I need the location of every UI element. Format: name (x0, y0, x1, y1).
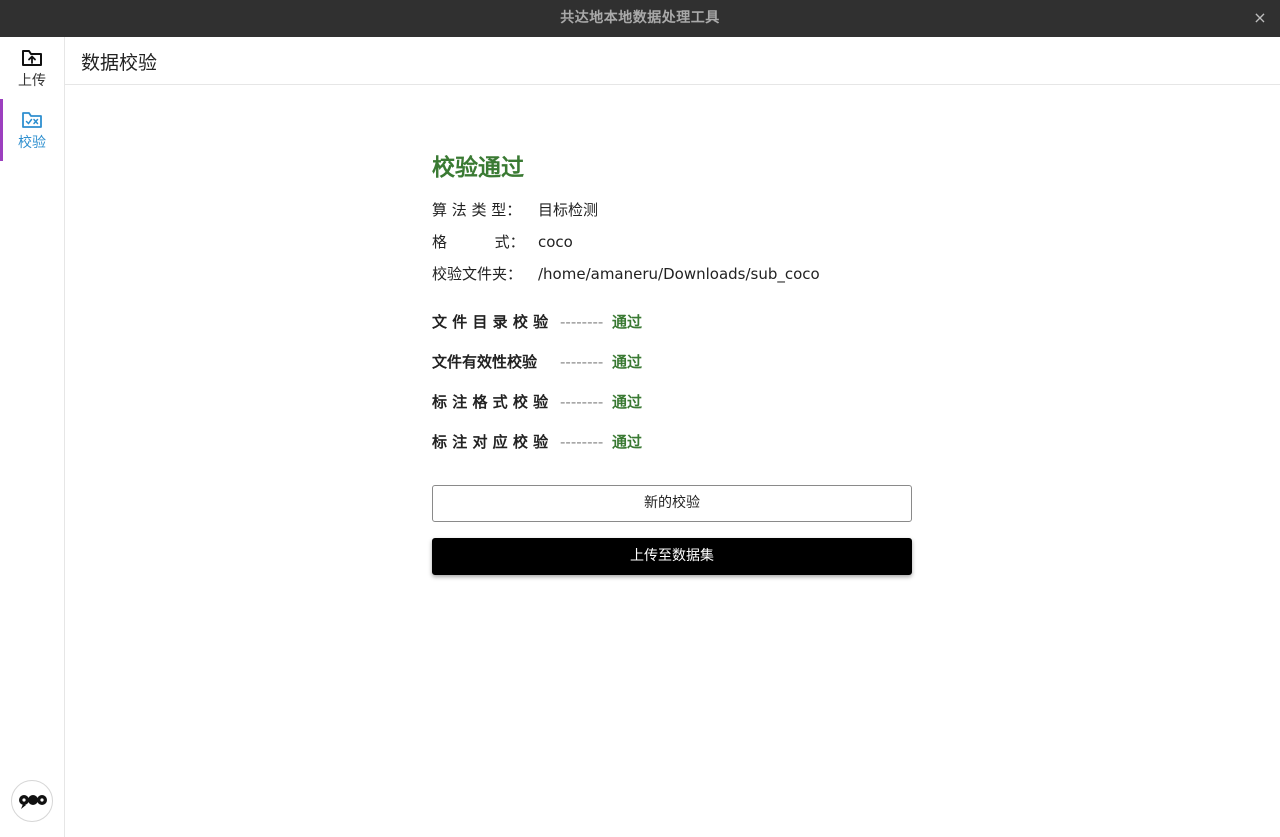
info-row-format: 格 式： coco (432, 231, 573, 252)
sidebar: 上传 校验 (0, 37, 65, 837)
sidebar-item-label: 上传 (18, 73, 46, 89)
check-row-directory: 文 件 目 录 校 验 -------- 通过 (432, 311, 642, 332)
check-separator: -------- (560, 353, 604, 371)
info-value: coco (538, 233, 573, 251)
info-row-algorithm-type: 算 法 类 型： 目标检测 (432, 199, 598, 220)
page-title: 数据校验 (81, 52, 158, 74)
info-key: 校验文件夹： (432, 265, 523, 283)
close-icon[interactable]: × (1250, 8, 1270, 28)
sidebar-item-upload[interactable]: 上传 (0, 37, 64, 99)
check-name: 文件有效性校验 (432, 353, 538, 371)
check-separator: -------- (560, 433, 604, 451)
check-name: 文 件 目 录 校 验 (432, 313, 549, 331)
check-row-file-validity: 文件有效性校验 -------- 通过 (432, 351, 642, 372)
info-value: 目标检测 (538, 201, 599, 219)
folder-upload-icon (22, 49, 42, 67)
sidebar-item-check[interactable]: 校验 (0, 99, 64, 161)
new-check-button[interactable]: 新的校验 (432, 485, 912, 522)
check-status: 通过 (612, 393, 643, 411)
check-name: 标 注 对 应 校 验 (432, 433, 549, 451)
window-title: 共达地本地数据处理工具 (560, 10, 720, 26)
logo-icon (19, 795, 47, 809)
check-row-annotation-format: 标 注 格 式 校 验 -------- 通过 (432, 391, 642, 412)
upload-to-dataset-button[interactable]: 上传至数据集 (432, 538, 912, 575)
info-row-folder: 校验文件夹： /home/amaneru/Downloads/sub_coco (432, 263, 820, 284)
check-status: 通过 (612, 433, 643, 451)
check-name: 标 注 格 式 校 验 (432, 393, 549, 411)
check-status: 通过 (612, 353, 643, 371)
check-row-annotation-mapping: 标 注 对 应 校 验 -------- 通过 (432, 431, 642, 452)
check-separator: -------- (560, 393, 604, 411)
page-header: 数据校验 (65, 37, 1280, 85)
folder-check-icon (22, 111, 42, 129)
avatar[interactable] (11, 780, 53, 822)
sidebar-item-label: 校验 (18, 135, 46, 151)
info-value: /home/amaneru/Downloads/sub_coco (538, 265, 820, 283)
check-separator: -------- (560, 313, 604, 331)
info-key: 算 法 类 型： (432, 201, 522, 219)
result-title: 校验通过 (432, 155, 524, 181)
info-key: 格 式： (432, 233, 525, 251)
check-status: 通过 (612, 313, 643, 331)
title-bar: 共达地本地数据处理工具 × (0, 0, 1280, 37)
